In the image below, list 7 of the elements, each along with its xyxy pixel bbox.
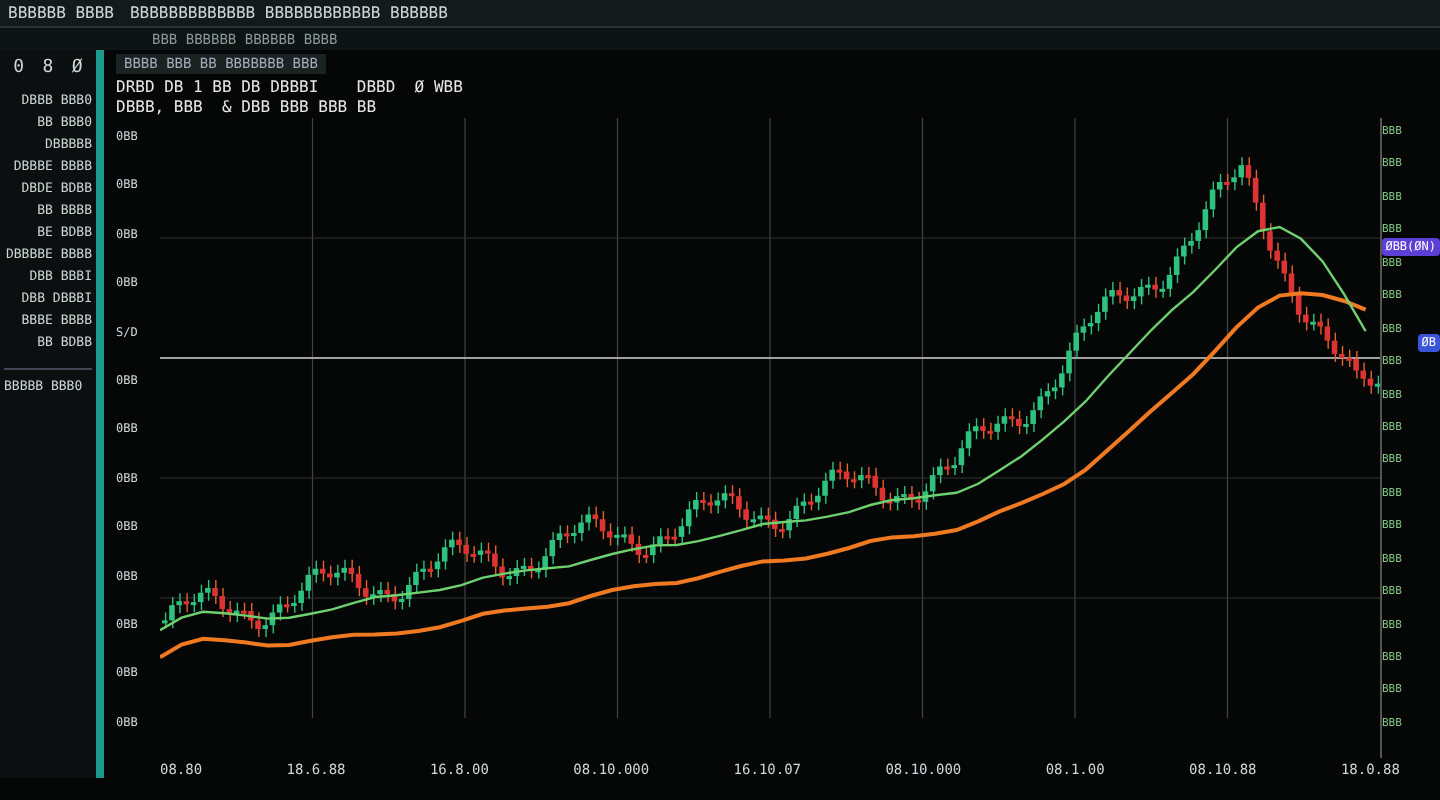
toolbar-glyph[interactable]: Ø bbox=[71, 58, 83, 78]
chart-header: DRBD DB 1 BB DB DBBBI DBBD Ø WBB bbox=[116, 78, 465, 98]
menu-text[interactable]: BBBBBBBBBBBBB BBBBBBBBBBBB BBBBBB bbox=[129, 4, 448, 22]
toolbar-glyph[interactable]: 8 bbox=[42, 58, 54, 78]
chart-header: DBBB, BBB & DBB BBB BBB BB bbox=[116, 98, 379, 118]
app-title: BBBBBB BBBB bbox=[8, 4, 114, 22]
toolbar-glyph[interactable]: 0 bbox=[13, 58, 25, 78]
